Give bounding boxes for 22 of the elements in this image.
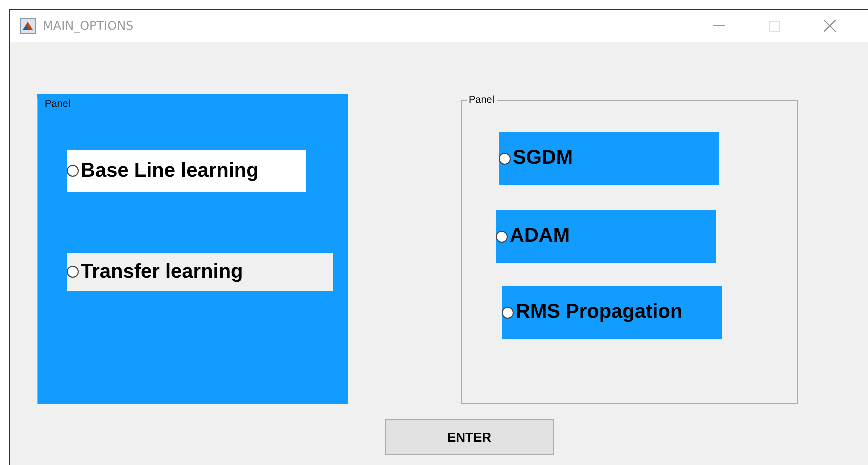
option-label: SGDM	[513, 147, 573, 170]
radio-button[interactable]	[499, 152, 511, 164]
panel-title: Panel	[467, 95, 497, 106]
close-icon[interactable]	[824, 20, 836, 32]
panel-title: Panel	[43, 99, 73, 110]
radio-option[interactable]: Base Line learning	[67, 150, 306, 192]
option-label: Base Line learning	[81, 160, 259, 182]
radio-button[interactable]	[496, 230, 508, 242]
radio-button[interactable]	[502, 306, 514, 318]
window-title: MAIN_OPTIONS	[43, 19, 134, 33]
radio-button[interactable]	[67, 266, 79, 278]
enter-button[interactable]: ENTER	[385, 419, 554, 455]
radio-option[interactable]: RMS Propagation	[502, 286, 722, 339]
option-label: RMS Propagation	[516, 301, 683, 324]
option-label: ADAM	[510, 225, 570, 248]
app-icon	[20, 18, 36, 34]
radio-option[interactable]: SGDM	[499, 132, 719, 185]
radio-button[interactable]	[67, 165, 79, 177]
radio-option[interactable]: ADAM	[496, 210, 716, 263]
option-label: Transfer learning	[81, 260, 244, 284]
minimize-icon[interactable]	[713, 25, 725, 27]
radio-option[interactable]: Transfer learning	[67, 253, 333, 291]
